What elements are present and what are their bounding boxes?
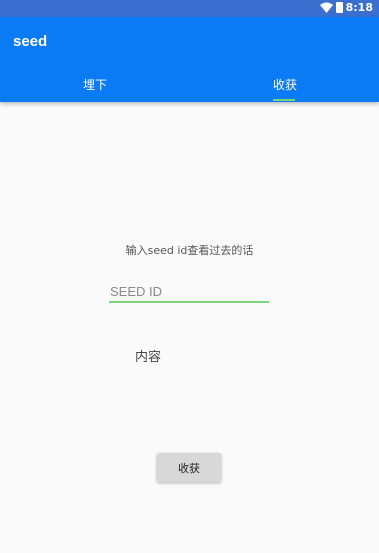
content-text: 内容 bbox=[135, 350, 162, 365]
app-title: seed bbox=[13, 33, 48, 50]
seed-id-input[interactable] bbox=[109, 281, 269, 303]
wifi-icon bbox=[320, 2, 333, 13]
tab-harvest-label: 收获 bbox=[272, 78, 297, 92]
app-bar: seed 埋下 收获 bbox=[0, 17, 379, 102]
status-bar: 8:18 bbox=[0, 0, 379, 17]
harvest-button[interactable]: 收获 bbox=[157, 453, 221, 482]
tab-bury[interactable]: 埋下 bbox=[0, 64, 190, 102]
tab-harvest[interactable]: 收获 bbox=[190, 64, 379, 102]
status-icons bbox=[320, 2, 343, 13]
status-time: 8:18 bbox=[345, 1, 373, 14]
battery-icon bbox=[336, 2, 343, 13]
tab-indicator bbox=[273, 99, 295, 101]
seed-hint: 输入seed id查看过去的话 bbox=[125, 244, 254, 257]
tab-bury-label: 埋下 bbox=[82, 78, 107, 92]
